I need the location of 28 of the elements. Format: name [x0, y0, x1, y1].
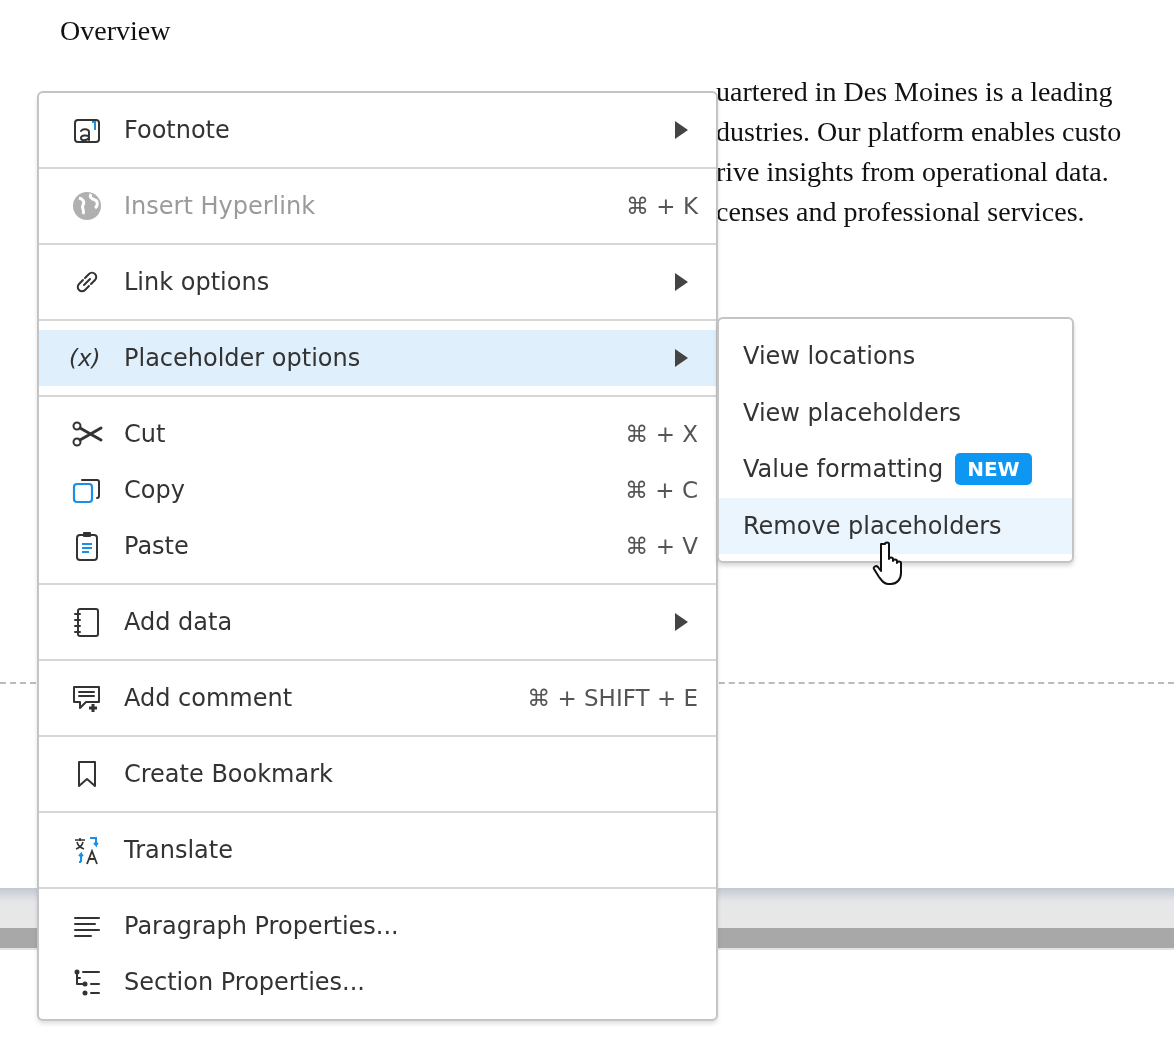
section-heading: Overview: [59, 14, 172, 48]
menu-item[interactable]: Link options: [39, 254, 716, 310]
body-text-line: dustries. Our platform enables custo: [716, 115, 1122, 149]
menu-item[interactable]: Create Bookmark: [39, 746, 716, 802]
menu-item[interactable]: Footnote: [39, 102, 716, 158]
shortcut-text: ⌘ + SHIFT + E: [527, 683, 698, 713]
submenu-item[interactable]: Value formatting NEW: [719, 441, 1072, 498]
body-text-line: rive insights from operational data.: [716, 155, 1109, 189]
shortcut-text: ⌘ + V: [625, 531, 698, 561]
body-text-line: uartered in Des Moines is a leading: [716, 75, 1113, 109]
new-tag: NEW: [955, 453, 1032, 486]
menu-item[interactable]: Translate: [39, 822, 716, 878]
shortcut-text: ⌘ + C: [625, 475, 698, 505]
menu-item[interactable]: Section Properties...: [39, 954, 716, 1010]
submenu-item[interactable]: Remove placeholders: [719, 497, 1072, 554]
shortcut-text: ⌘ + X: [625, 419, 698, 449]
menu-item[interactable]: Paragraph Properties...: [39, 898, 716, 954]
menu-item[interactable]: Paste ⌘ + V: [39, 518, 716, 574]
submenu-item[interactable]: View locations: [719, 328, 1072, 385]
menu-item[interactable]: Copy ⌘ + C: [39, 462, 716, 518]
body-text-line: censes and professional services.: [716, 195, 1085, 229]
shortcut-text: ⌘ + K: [626, 191, 698, 221]
menu-item[interactable]: (x) Placeholder options: [39, 330, 716, 386]
menu-item[interactable]: Add comment ⌘ + SHIFT + E: [39, 670, 716, 726]
menu-item[interactable]: Add data: [39, 594, 716, 650]
variable-icon: (x): [69, 340, 105, 376]
submenu-item[interactable]: View placeholders: [719, 384, 1072, 441]
menu-item[interactable]: Cut ⌘ + X: [39, 406, 716, 462]
